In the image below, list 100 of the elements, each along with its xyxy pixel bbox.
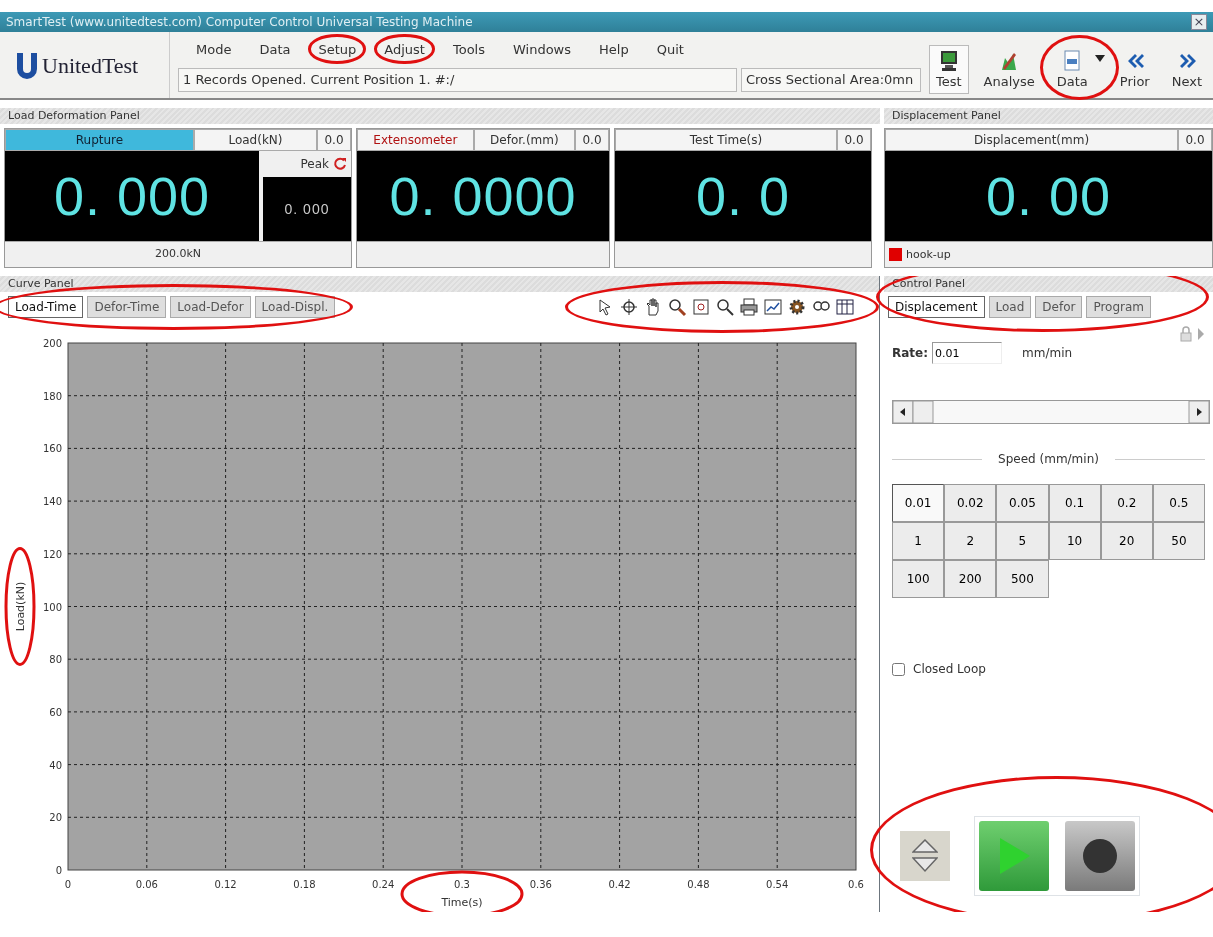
unit-label: mm/min xyxy=(1022,345,1073,362)
menu-item[interactable]: Adjust xyxy=(382,40,427,60)
speed-button[interactable]: 2 xyxy=(944,522,997,560)
x-tick-label: 0.12 xyxy=(214,879,237,890)
panel-header: Control Panel xyxy=(884,276,1213,292)
checkbox-label: Closed Loop xyxy=(913,661,986,678)
control-tab[interactable]: Program xyxy=(1086,296,1152,318)
speed-button[interactable]: 50 xyxy=(1152,522,1205,560)
print-icon[interactable] xyxy=(739,297,759,317)
y-tick-label: 0 xyxy=(55,865,62,876)
speed-button[interactable]: 0.05 xyxy=(996,484,1049,522)
zoom-in-icon[interactable] xyxy=(667,297,687,317)
speed-button[interactable]: 0.01 xyxy=(892,484,945,522)
speed-button[interactable]: 0.1 xyxy=(1048,484,1101,522)
y-axis-label: Load(kN) xyxy=(14,581,27,632)
display-tab[interactable]: Displacement(mm) xyxy=(885,129,1178,151)
speed-button[interactable]: 0.2 xyxy=(1100,484,1153,522)
y-tick-label: 60 xyxy=(49,706,62,718)
reading-label: 0.0 xyxy=(317,129,351,151)
speed-button[interactable]: 200 xyxy=(944,560,997,598)
window-title: SmartTest (www.unitedtest.com) Computer Control Universal Testing Machine xyxy=(6,14,473,31)
display-tab[interactable]: Extensometer xyxy=(357,129,474,151)
start-button[interactable] xyxy=(979,821,1049,891)
zoom-box-icon[interactable] xyxy=(691,297,711,317)
x-tick-label: 0.06 xyxy=(135,879,158,890)
gear-icon[interactable] xyxy=(787,297,807,317)
x-axis-label: Time(s) xyxy=(441,896,483,909)
x-tick-label: 0.48 xyxy=(687,879,710,890)
speed-button[interactable]: 1 xyxy=(892,522,945,560)
toolbar-button[interactable]: Test xyxy=(929,44,969,94)
up-down-button[interactable] xyxy=(900,831,950,881)
menu-item[interactable]: Mode xyxy=(194,40,234,60)
menu-item[interactable]: Data xyxy=(257,40,293,60)
panel-header: Displacement Panel xyxy=(884,108,1213,124)
peak-label: Peak xyxy=(300,156,329,173)
display-tab[interactable]: Defor.(mm) xyxy=(473,129,575,151)
logo-icon xyxy=(16,51,38,79)
x-tick-label: 0.54 xyxy=(766,879,789,890)
peak-reading: 0. 000 xyxy=(263,177,351,241)
scrollbar[interactable] xyxy=(892,400,1210,424)
speed-button[interactable]: 20 xyxy=(1100,522,1153,560)
reading-label: 0.0 xyxy=(837,129,871,151)
section-label: Speed (mm/min) xyxy=(998,451,1099,468)
x-tick-label: 0 xyxy=(64,879,72,890)
panel-header: Curve Panel xyxy=(0,276,879,292)
search-icon[interactable] xyxy=(715,297,735,317)
y-tick-label: 200 xyxy=(42,338,62,349)
x-tick-label: 0.42 xyxy=(608,879,631,890)
indicator-label: hook-up xyxy=(906,246,951,263)
rate-label: Rate: xyxy=(892,345,928,362)
refresh-icon[interactable] xyxy=(333,157,347,171)
y-tick-label: 80 xyxy=(49,654,62,666)
toolbar-button[interactable]: Analyse xyxy=(976,44,1042,94)
y-tick-label: 120 xyxy=(42,548,62,560)
crosshair-icon[interactable] xyxy=(619,297,639,317)
display-tab[interactable]: Rupture xyxy=(5,129,194,151)
up-down-arrows-icon xyxy=(912,839,938,873)
menu-item[interactable]: Setup xyxy=(316,40,359,60)
capacity-label: 200.0kN xyxy=(154,247,202,260)
control-tab[interactable]: Defor xyxy=(1035,296,1083,318)
speed-button[interactable]: 0.02 xyxy=(944,484,997,522)
closed-loop-checkbox[interactable] xyxy=(892,662,905,676)
x-tick-label: 0.18 xyxy=(293,879,316,890)
speed-button[interactable]: 100 xyxy=(892,560,945,598)
menu-item[interactable]: Help xyxy=(597,40,631,60)
speed-button[interactable]: 5 xyxy=(996,522,1049,560)
table-icon[interactable] xyxy=(835,297,855,317)
area-field: Cross Sectional Area:0mn xyxy=(741,67,921,92)
panel-header: Load Deformation Panel xyxy=(0,108,880,124)
toolbar-button[interactable]: Prior xyxy=(1112,44,1157,94)
speed-button[interactable]: 0.5 xyxy=(1152,484,1205,522)
reading-label: 0.0 xyxy=(1178,129,1212,151)
display-tab[interactable]: Test Time(s) xyxy=(615,129,837,151)
speed-button[interactable]: 10 xyxy=(1048,522,1101,560)
close-button[interactable]: × xyxy=(1191,14,1207,30)
control-tab[interactable]: Displacement xyxy=(888,296,985,318)
menu-item[interactable]: Quit xyxy=(654,40,686,60)
curve-tab[interactable]: Load-Displ. xyxy=(254,296,336,318)
big-reading: 0. 00 xyxy=(885,151,1212,241)
x-tick-label: 0.3 xyxy=(454,879,470,890)
chart-icon[interactable] xyxy=(763,297,783,317)
control-tab[interactable]: Load xyxy=(988,296,1032,318)
logo-text: UnitedTest xyxy=(42,51,139,80)
curve-tab[interactable]: Load-Time xyxy=(8,296,84,318)
rate-field[interactable]: 0.01 xyxy=(932,342,1002,364)
curve-tab[interactable]: Load-Defor xyxy=(170,296,251,318)
display-tab[interactable]: Load(kN) xyxy=(193,129,317,151)
y-tick-label: 160 xyxy=(42,443,62,455)
menu-item[interactable]: Windows xyxy=(511,40,573,60)
toolbar-button[interactable]: Next xyxy=(1164,44,1209,94)
big-reading: 0. 0000 xyxy=(357,151,609,241)
document-icon xyxy=(1062,49,1083,72)
stop-button[interactable] xyxy=(1065,821,1135,891)
y-tick-label: 180 xyxy=(42,390,62,402)
status-field: 1 Records Opened. Current Position 1. #:/ xyxy=(178,67,737,92)
curve-tab[interactable]: Defor-Time xyxy=(87,296,167,318)
menu-item[interactable]: Tools xyxy=(450,40,487,60)
toolbar-button[interactable]: Data xyxy=(1049,44,1095,94)
dropdown-caret-icon[interactable] xyxy=(1094,54,1105,63)
speed-button[interactable]: 500 xyxy=(996,560,1049,598)
